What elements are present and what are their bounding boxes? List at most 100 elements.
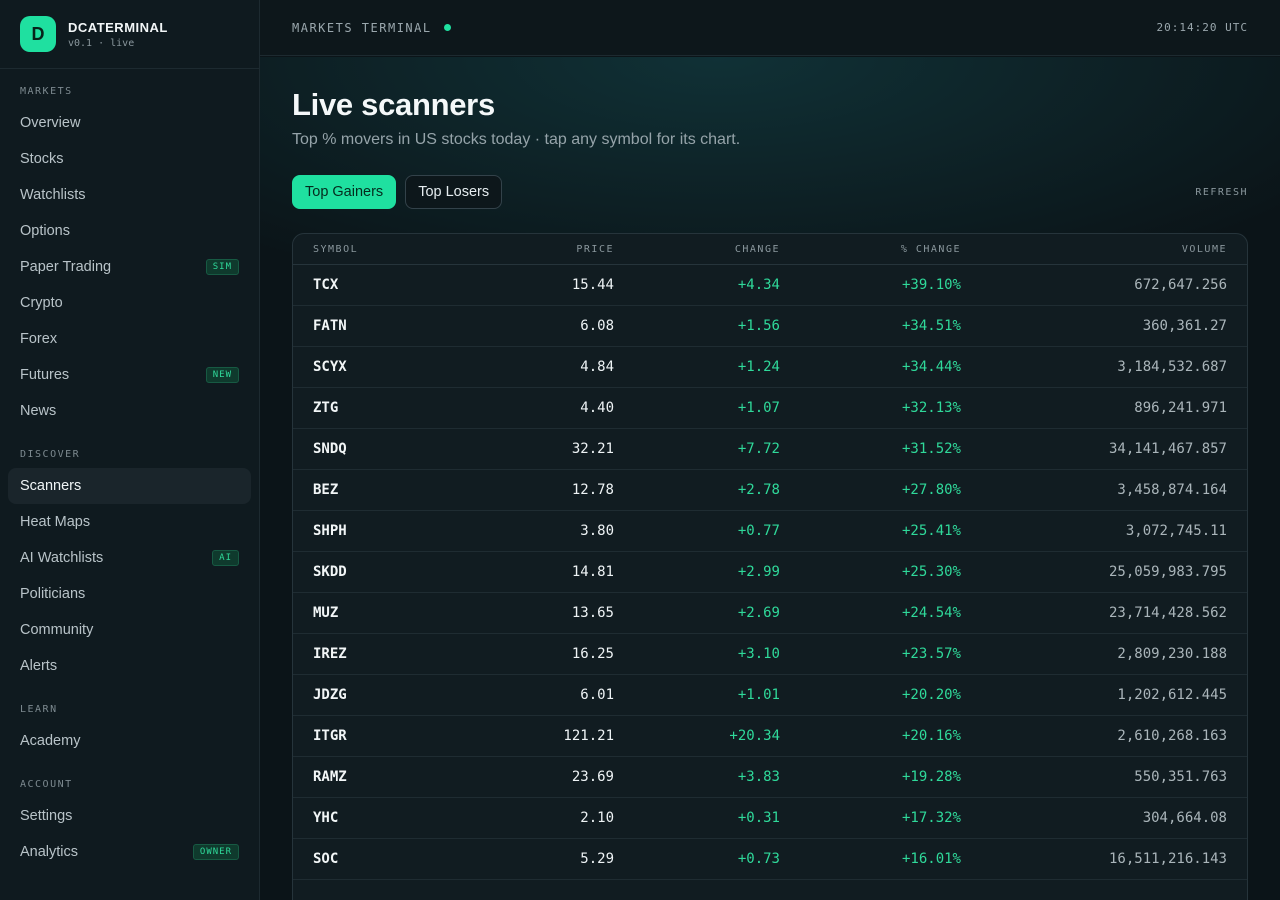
pct-change-cell: +27.80% [901, 482, 961, 498]
scanner-content: Live scanners Top % movers in US stocks … [260, 57, 1280, 900]
table-row[interactable]: FATN 6.08 +1.56 +34.51% 360,361.27 [293, 306, 1247, 347]
volume-cell: 23,714,428.562 [1108, 605, 1227, 621]
symbol-cell[interactable]: BEZ [313, 482, 473, 498]
change-cell: +0.77 [737, 523, 780, 539]
symbol-cell[interactable]: SCYX [313, 359, 473, 375]
change-cell: +20.34 [729, 728, 780, 744]
symbol-cell[interactable]: JDZG [313, 687, 473, 703]
sidebar-item-forex[interactable]: Forex [8, 321, 251, 357]
sidebar-item-label: Settings [20, 808, 73, 824]
sidebar-item-options[interactable]: Options [8, 213, 251, 249]
page-title: Live scanners [292, 87, 495, 122]
sidebar-item-news[interactable]: News [8, 393, 251, 429]
utc-clock: 20:14:20 UTC [1156, 21, 1248, 34]
tab-top-losers[interactable]: Top Losers [405, 175, 503, 209]
nav-section-title: DISCOVER [20, 449, 81, 460]
price-cell: 16.25 [571, 646, 614, 662]
table-row[interactable]: SHPH 3.80 +0.77 +25.41% 3,072,745.11 [293, 511, 1247, 552]
table-row[interactable]: BEZ 12.78 +2.78 +27.80% 3,458,874.164 [293, 470, 1247, 511]
sidebar-item-analytics[interactable]: Analytics OWNER [8, 834, 251, 870]
change-cell: +7.72 [737, 441, 780, 457]
pct-change-cell: +31.52% [901, 441, 961, 457]
column-header-change[interactable]: CHANGE [614, 244, 780, 255]
sidebar-item-label: Scanners [20, 478, 82, 494]
table-body: TCX 15.44 +4.34 +39.10% 672,647.256 FATN 6.08 +… [293, 265, 1247, 880]
sidebar-item-label: Watchlists [20, 187, 86, 203]
table-row[interactable]: TCX 15.44 +4.34 +39.10% 672,647.256 [293, 265, 1247, 306]
sidebar-item-crypto[interactable]: Crypto [8, 285, 251, 321]
sidebar-item-stocks[interactable]: Stocks [8, 141, 251, 177]
price-cell: 23.69 [571, 769, 614, 785]
change-cell: +0.73 [737, 851, 780, 867]
sidebar-item-scanners[interactable]: Scanners [8, 468, 251, 504]
table-row[interactable]: SOC 5.29 +0.73 +16.01% 16,511,216.143 [293, 839, 1247, 880]
sidebar-item-label: Community [20, 622, 94, 638]
sidebar-item-label: Futures [20, 367, 70, 383]
volume-cell: 550,351.763 [1134, 769, 1227, 785]
price-cell: 14.81 [571, 564, 614, 580]
table-row[interactable]: RAMZ 23.69 +3.83 +19.28% 550,351.763 [293, 757, 1247, 798]
sidebar-item-community[interactable]: Community [8, 612, 251, 648]
sidebar-item-label: Alerts [20, 658, 58, 674]
sidebar-item-watchlists[interactable]: Watchlists [8, 177, 251, 213]
sidebar-item-politicians[interactable]: Politicians [8, 576, 251, 612]
table-row[interactable]: ZTG 4.40 +1.07 +32.13% 896,241.971 [293, 388, 1247, 429]
column-header-pct-change[interactable]: % CHANGE [780, 244, 961, 255]
volume-cell: 2,610,268.163 [1117, 728, 1227, 744]
pct-change-cell: +23.57% [901, 646, 961, 662]
symbol-cell[interactable]: ZTG [313, 400, 473, 416]
symbol-cell[interactable]: SKDD [313, 564, 473, 580]
table-row[interactable]: SKDD 14.81 +2.99 +25.30% 25,059,983.795 [293, 552, 1247, 593]
live-indicator-icon [443, 24, 451, 31]
sidebar-badge: NEW [205, 367, 239, 383]
symbol-cell[interactable]: FATN [313, 318, 473, 334]
symbol-cell[interactable]: SHPH [313, 523, 473, 539]
nav-section-title: LEARN [20, 704, 58, 715]
symbol-cell[interactable]: IREZ [313, 646, 473, 662]
sidebar-item-futures[interactable]: Futures NEW [8, 357, 251, 393]
column-header-price[interactable]: PRICE [473, 244, 614, 255]
sidebar-item-alerts[interactable]: Alerts [8, 648, 251, 684]
pct-change-cell: +34.44% [901, 359, 961, 375]
sidebar-badge: OWNER [192, 844, 239, 860]
brand-header[interactable]: D DCATERMINAL v0.1 · live [0, 0, 259, 69]
table-row[interactable]: IREZ 16.25 +3.10 +23.57% 2,809,230.188 [293, 634, 1247, 675]
price-cell: 12.78 [571, 482, 614, 498]
sidebar-item-overview[interactable]: Overview [8, 105, 251, 141]
column-header-volume[interactable]: VOLUME [961, 244, 1227, 255]
symbol-cell[interactable]: YHC [313, 810, 473, 826]
change-cell: +2.99 [737, 564, 780, 580]
topbar: MARKETS TERMINAL 20:14:20 UTC [260, 0, 1280, 56]
refresh-button[interactable]: REFRESH [1195, 187, 1248, 198]
sidebar-item-label: Options [20, 223, 70, 239]
price-cell: 15.44 [571, 277, 614, 293]
table-row[interactable]: YHC 2.10 +0.31 +17.32% 304,664.08 [293, 798, 1247, 839]
sidebar-item-academy[interactable]: Academy [8, 723, 251, 759]
column-header-symbol[interactable]: SYMBOL [313, 244, 473, 255]
sidebar-item-paper-trading[interactable]: Paper Trading SIM [8, 249, 251, 285]
change-cell: +4.34 [737, 277, 780, 293]
sidebar-item-ai-watchlists[interactable]: AI Watchlists AI [8, 540, 251, 576]
volume-cell: 1,202,612.445 [1117, 687, 1227, 703]
volume-cell: 304,664.08 [1142, 810, 1227, 826]
table-row[interactable]: ITGR 121.21 +20.34 +20.16% 2,610,268.163 [293, 716, 1247, 757]
change-cell: +1.01 [737, 687, 780, 703]
volume-cell: 896,241.971 [1134, 400, 1227, 416]
symbol-cell[interactable]: RAMZ [313, 769, 473, 785]
symbol-cell[interactable]: ITGR [313, 728, 473, 744]
nav-section-title: MARKETS [20, 86, 73, 97]
symbol-cell[interactable]: MUZ [313, 605, 473, 621]
sidebar-nav: MARKETS Overview Stocks Watchlists Options Pa… [0, 85, 259, 870]
sidebar-item-settings[interactable]: Settings [8, 798, 251, 834]
sidebar-item-heat-maps[interactable]: Heat Maps [8, 504, 251, 540]
table-row[interactable]: SCYX 4.84 +1.24 +34.44% 3,184,532.687 [293, 347, 1247, 388]
table-row[interactable]: JDZG 6.01 +1.01 +20.20% 1,202,612.445 [293, 675, 1247, 716]
symbol-cell[interactable]: TCX [313, 277, 473, 293]
table-row[interactable]: MUZ 13.65 +2.69 +24.54% 23,714,428.562 [293, 593, 1247, 634]
tab-top-gainers[interactable]: Top Gainers [292, 175, 397, 209]
sidebar-item-label: News [20, 403, 57, 419]
symbol-cell[interactable]: SNDQ [313, 441, 473, 457]
symbol-cell[interactable]: SOC [313, 851, 473, 867]
pct-change-cell: +32.13% [901, 400, 961, 416]
table-row[interactable]: SNDQ 32.21 +7.72 +31.52% 34,141,467.857 [293, 429, 1247, 470]
